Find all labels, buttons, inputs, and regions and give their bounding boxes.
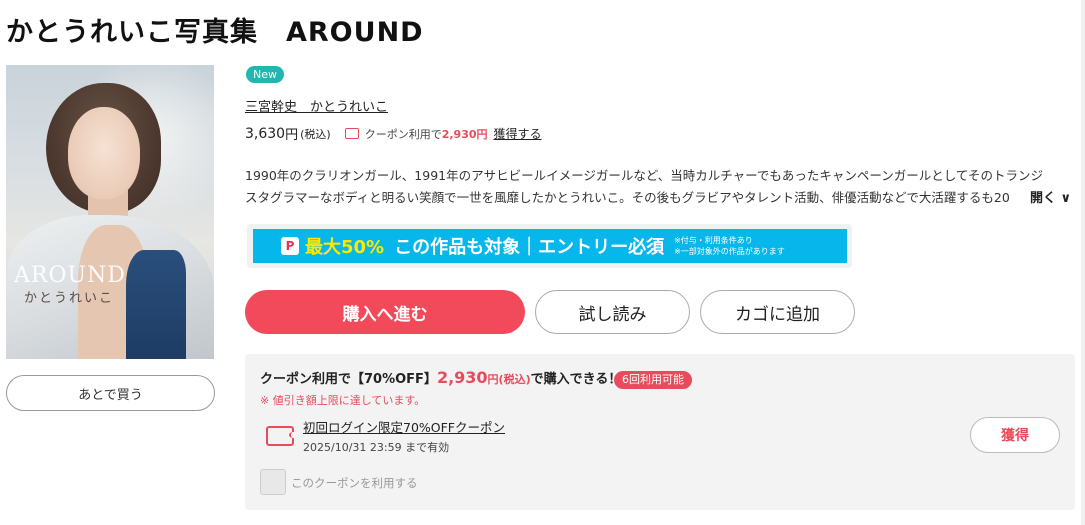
coupon-limit-note: ※ 値引き額上限に達しています。	[260, 394, 426, 407]
cover-face	[68, 107, 140, 199]
trial-read-button[interactable]: 試し読み	[535, 290, 690, 334]
banner-note-2: ※一部対象外の作品があります	[674, 247, 785, 256]
ticket-icon	[266, 426, 297, 446]
coupon-price-label: クーポン利用で	[364, 127, 442, 141]
purchase-button[interactable]: 購入へ進む	[245, 290, 525, 334]
coupon-name-link[interactable]: 初回ログイン限定70%OFFクーポン	[303, 417, 505, 436]
campaign-banner[interactable]: P 最大50% この作品も対象｜エントリー必須 ※付与・利用条件あり ※一部対象…	[253, 229, 847, 263]
coupon-head-tax: (税込)	[498, 373, 531, 386]
banner-percent: 最大50%	[305, 237, 385, 258]
cover-image[interactable]: AROUND かとうれいこ	[6, 65, 214, 359]
coupon-price: 2,930円	[441, 127, 488, 141]
page-title: かとうれいこ写真集 AROUND	[6, 17, 424, 48]
add-to-cart-button[interactable]: カゴに追加	[700, 290, 855, 334]
banner-notes: ※付与・利用条件あり ※一部対象外の作品があります	[674, 235, 785, 257]
coupon-head-unit: 円	[487, 373, 499, 386]
expand-label: 開く	[1030, 191, 1057, 206]
cover-logo: AROUND	[14, 263, 126, 288]
price-row: 3,630 円 (税込) クーポン利用で 2,930円 獲得する	[245, 124, 542, 144]
price-unit: 円	[285, 128, 299, 143]
use-coupon-checkbox[interactable]	[260, 469, 286, 495]
new-badge: New	[246, 66, 284, 83]
coupon-head-prefix: クーポン利用で【70%OFF】	[260, 372, 437, 387]
chevron-down-icon: ∨	[1060, 191, 1072, 206]
cover-swimsuit	[126, 250, 186, 359]
points-icon: P	[281, 237, 299, 255]
scrollbar[interactable]	[1081, 0, 1085, 525]
description: 1990年のクラリオンガール、1991年のアサヒビールイメージガールなど、当時カ…	[245, 168, 1044, 205]
coupon-head-suffix: で購入できる！	[530, 372, 622, 387]
author-links[interactable]: 三宮幹史 かとうれいこ	[245, 96, 388, 115]
coupon-head-price: 2,930	[436, 368, 488, 387]
coupon-panel: クーポン利用で【70%OFF】 2,930 円 (税込) で購入できる！ 6回利…	[245, 354, 1075, 510]
price-tax: (税込)	[300, 127, 331, 141]
use-coupon-label: このクーポンを利用する	[291, 476, 418, 490]
coupon-headline: クーポン利用で【70%OFF】 2,930 円 (税込) で購入できる！	[260, 368, 621, 387]
get-coupon-link[interactable]: 獲得する	[494, 125, 542, 142]
acquire-coupon-button[interactable]: 獲得	[970, 417, 1060, 453]
coupon-expiry: 2025/10/31 23:59 まで有効	[303, 441, 450, 454]
buy-later-button[interactable]: あとで買う	[6, 375, 215, 411]
expand-description-button[interactable]: 開く ∨	[1024, 187, 1072, 206]
cover-logo-sub: かとうれいこ	[24, 291, 115, 306]
coupon-uses-badge: 6回利用可能	[614, 371, 692, 389]
price-amount: 3,630	[245, 125, 286, 142]
banner-note-1: ※付与・利用条件あり	[674, 236, 753, 245]
banner-target-text: この作品も対象｜エントリー必須	[394, 237, 665, 258]
coupon-icon	[344, 128, 359, 139]
